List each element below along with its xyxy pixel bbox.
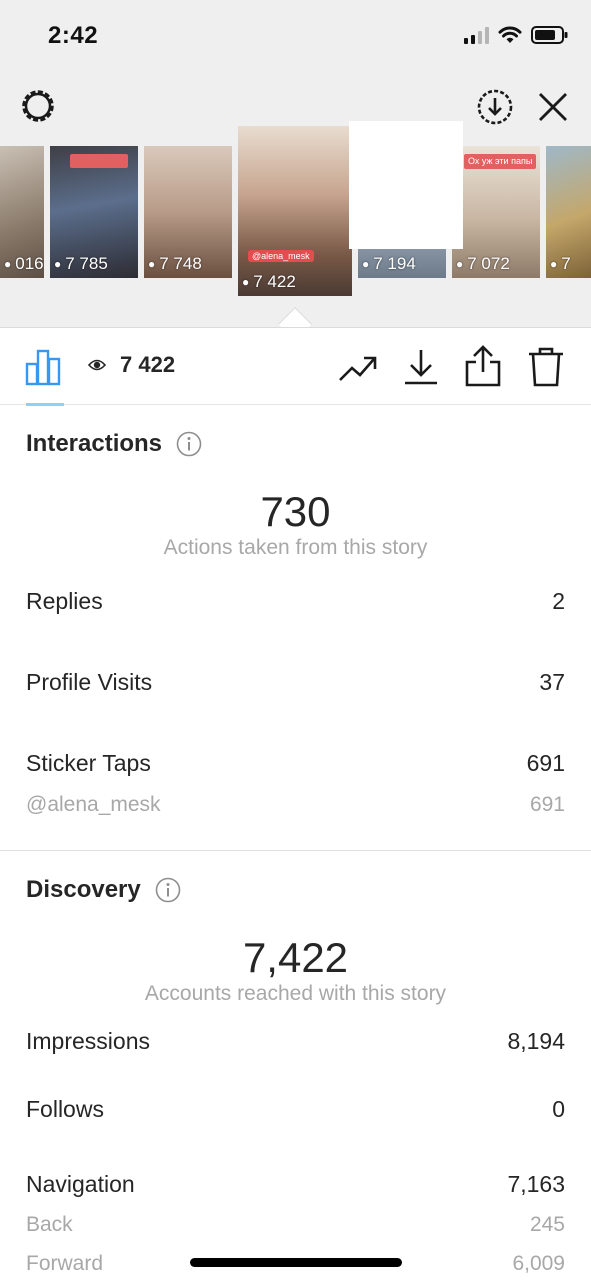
metric-subrow-mention: @alena_mesk 691 bbox=[26, 793, 565, 817]
metric-value: 8,194 bbox=[507, 1028, 565, 1054]
story-thumbnail[interactable]: Ох уж эти папы ● 7 072 bbox=[452, 146, 540, 278]
status-time: 2:42 bbox=[48, 22, 99, 49]
settings-gear-icon[interactable] bbox=[18, 86, 58, 126]
discovery-total: 7,422 bbox=[242, 934, 349, 981]
bar-chart-icon[interactable] bbox=[24, 348, 64, 386]
thumbnail-view-count: ● 7 422 bbox=[242, 272, 296, 291]
download-icon[interactable] bbox=[402, 346, 440, 386]
metric-sub-value: 691 bbox=[529, 793, 565, 816]
insights-card: 7 422 Interactions 730 Actions taken fro… bbox=[0, 327, 591, 1280]
share-icon[interactable] bbox=[464, 344, 502, 388]
metric-label: Profile Visits bbox=[26, 669, 153, 695]
metric-label: Navigation bbox=[26, 1171, 135, 1197]
info-icon[interactable] bbox=[155, 877, 181, 903]
metric-subrow-back: Back 245 bbox=[26, 1213, 565, 1237]
interactions-header: Interactions bbox=[26, 430, 202, 458]
thumbnail-view-count: ● 7 785 bbox=[54, 254, 108, 273]
section-divider bbox=[0, 850, 591, 851]
wifi-icon bbox=[498, 26, 522, 43]
story-thumbnail[interactable]: ● 7 748 bbox=[144, 146, 232, 278]
metric-sub-label: Forward bbox=[26, 1252, 104, 1275]
story-insights-screen: 2:42 ● 016 ● 7 785 ● 7 748 @alena_mesk ●… bbox=[0, 0, 591, 1280]
eye-icon bbox=[88, 359, 106, 371]
metric-sub-value: 6,009 bbox=[512, 1252, 565, 1275]
trending-up-icon[interactable] bbox=[338, 348, 378, 388]
battery-icon bbox=[531, 26, 568, 44]
insights-toolbar: 7 422 bbox=[0, 328, 591, 406]
metric-row-profile-visits: Profile Visits 37 bbox=[26, 669, 565, 696]
discovery-caption: Accounts reached with this story bbox=[144, 982, 447, 1005]
cellular-signal-icon bbox=[464, 26, 489, 44]
metric-row-sticker-taps: Sticker Taps 691 bbox=[26, 750, 565, 777]
thumbnail-mention-sticker: @alena_mesk bbox=[248, 250, 314, 262]
metric-row-impressions: Impressions 8,194 bbox=[26, 1028, 565, 1055]
metric-label: Follows bbox=[26, 1096, 104, 1122]
story-thumbnail-selected[interactable]: @alena_mesk ● 7 422 bbox=[238, 126, 352, 296]
trash-icon[interactable] bbox=[526, 346, 566, 388]
metric-value: 37 bbox=[539, 669, 565, 695]
story-thumbnail[interactable]: ● 016 bbox=[0, 146, 44, 278]
story-thumbnail[interactable]: ● 7 785 bbox=[50, 146, 138, 278]
interactions-total: 730 bbox=[260, 488, 331, 535]
thumbnail-view-count: ● 7 748 bbox=[148, 254, 202, 273]
thumbnail-caption: Ох уж эти папы bbox=[464, 154, 537, 169]
metric-label: Sticker Taps bbox=[26, 750, 151, 776]
views-total-count: 7 422 bbox=[120, 352, 176, 377]
thumbnail-view-count: ● 7 072 bbox=[456, 254, 510, 273]
story-thumbnail[interactable]: ● 7 bbox=[546, 146, 591, 278]
metric-label: Impressions bbox=[26, 1028, 150, 1054]
interactions-title: Interactions bbox=[26, 430, 163, 457]
metric-sub-label: Back bbox=[26, 1213, 73, 1236]
status-icons bbox=[464, 24, 569, 46]
discovery-title: Discovery bbox=[26, 876, 141, 903]
download-circle-icon[interactable] bbox=[476, 88, 514, 126]
metric-row-navigation: Navigation 7,163 bbox=[26, 1171, 565, 1198]
metric-value: 691 bbox=[526, 750, 565, 776]
metric-sub-label: @alena_mesk bbox=[26, 793, 161, 816]
interactions-caption: Actions taken from this story bbox=[163, 536, 428, 559]
metric-row-replies: Replies 2 bbox=[26, 588, 565, 615]
thumbnail-view-count: ● 7 bbox=[550, 254, 571, 273]
info-icon[interactable] bbox=[176, 431, 202, 457]
views-total: 7 422 bbox=[88, 352, 175, 378]
thumbnail-caption bbox=[70, 154, 128, 168]
metric-row-follows: Follows 0 bbox=[26, 1096, 565, 1123]
overlay-box bbox=[349, 121, 463, 249]
metric-label: Replies bbox=[26, 588, 103, 614]
metric-value: 2 bbox=[552, 588, 565, 614]
metric-sub-value: 245 bbox=[529, 1213, 565, 1236]
home-indicator[interactable] bbox=[190, 1258, 402, 1267]
metric-value: 7,163 bbox=[507, 1171, 565, 1197]
thumbnail-view-count: ● 016 bbox=[4, 254, 44, 273]
close-icon[interactable] bbox=[536, 88, 570, 126]
active-tab-indicator bbox=[26, 403, 64, 406]
discovery-header: Discovery bbox=[26, 876, 181, 904]
thumbnail-view-count: ● 7 194 bbox=[362, 254, 416, 273]
story-tray: 2:42 ● 016 ● 7 785 ● 7 748 @alena_mesk ●… bbox=[0, 0, 591, 327]
metric-value: 0 bbox=[552, 1096, 565, 1122]
